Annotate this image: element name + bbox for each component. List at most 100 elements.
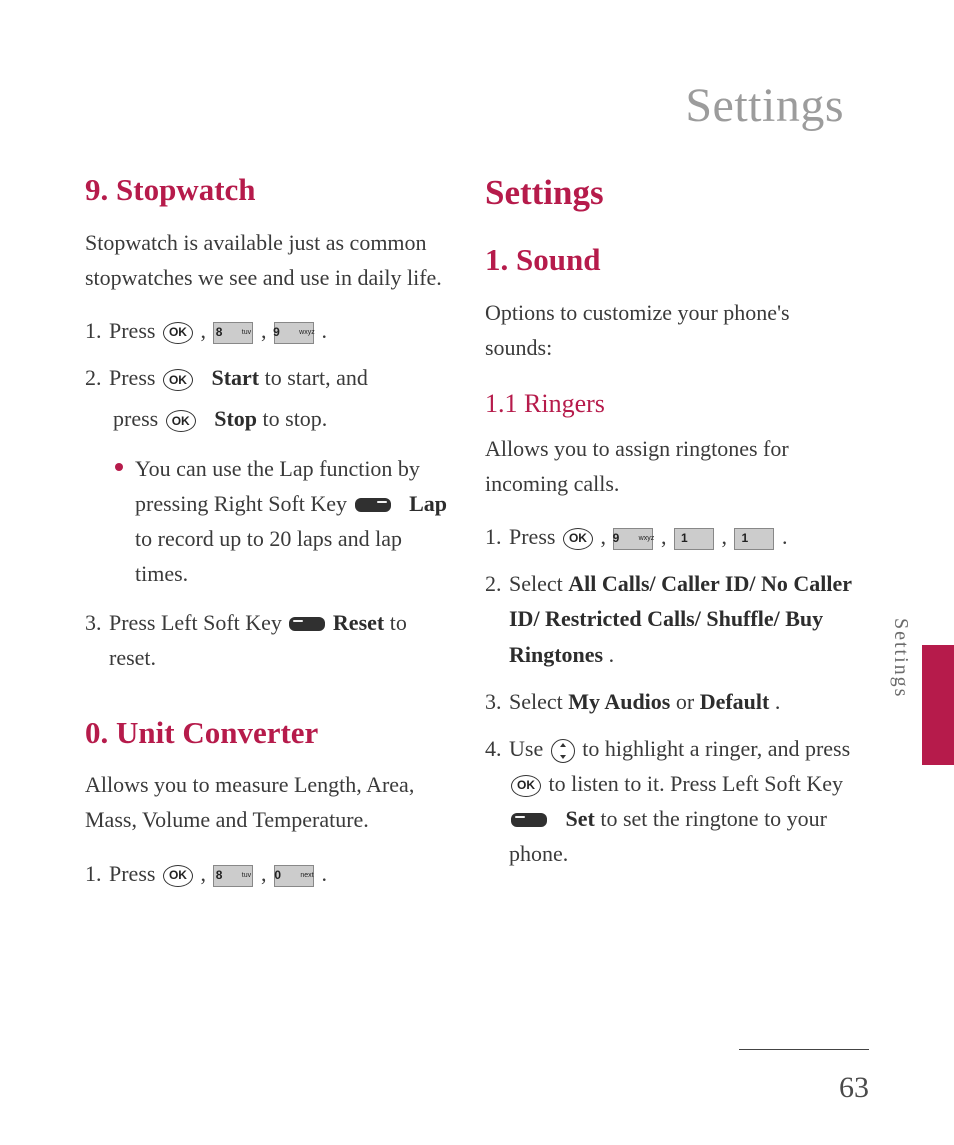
- text: press: [113, 406, 164, 431]
- text: ,: [261, 318, 272, 343]
- content-columns: 9. Stopwatch Stopwatch is available just…: [85, 165, 855, 903]
- digit: 9: [613, 529, 637, 548]
- text: ,: [200, 318, 211, 343]
- text: or: [676, 689, 700, 714]
- stopwatch-bullet: You can use the Lap function by pressing…: [85, 451, 455, 592]
- step-number: 4.: [485, 731, 509, 766]
- default-label: Default: [700, 689, 770, 714]
- digit: 9: [273, 323, 297, 342]
- ok-key-icon: OK: [163, 865, 193, 887]
- text: Press: [109, 365, 161, 390]
- ringers-step-1: 1. Press OK , 9 wxyz , 1 ,: [485, 519, 855, 554]
- set-label: Set: [566, 806, 595, 831]
- step-body: Select All Calls/ Caller ID/ No Caller I…: [509, 566, 855, 672]
- bullet-icon: [115, 463, 123, 471]
- heading-sound: 1. Sound: [485, 235, 855, 285]
- page-title: Settings: [685, 78, 844, 133]
- unit-step-1: 1. Press OK , 8 tuv , 0 next .: [85, 856, 455, 891]
- text: .: [321, 861, 327, 886]
- key-8-icon: 8 tuv: [213, 865, 253, 887]
- left-soft-key-icon: [289, 617, 325, 631]
- key-0-icon: 0 next: [274, 865, 314, 887]
- key-8-icon: 8 tuv: [213, 322, 253, 344]
- stopwatch-step-2: 2. Press OK Start to start, and: [85, 360, 455, 395]
- text: ,: [661, 524, 672, 549]
- digit-sub: next: [300, 870, 313, 881]
- ok-key-icon: OK: [163, 322, 193, 344]
- step-number: 2.: [485, 566, 509, 601]
- step-number: 1.: [485, 519, 509, 554]
- stopwatch-step-2b: press OK Stop to stop.: [85, 401, 455, 436]
- right-column: Settings 1. Sound Options to customize y…: [485, 165, 855, 903]
- start-label: Start: [211, 365, 259, 390]
- text: to record up to 20 laps and lap times.: [135, 526, 402, 586]
- text: .: [782, 524, 788, 549]
- text: ,: [200, 861, 211, 886]
- side-tab: [922, 645, 954, 765]
- page-number: 63: [839, 1071, 869, 1105]
- text: to highlight a ringer, and press: [582, 736, 850, 761]
- digit: 0: [274, 866, 298, 885]
- lap-label: Lap: [409, 491, 447, 516]
- ok-key-icon: OK: [163, 369, 193, 391]
- step-body: Press Left Soft Key Reset to reset.: [109, 605, 455, 675]
- heading-stopwatch: 9. Stopwatch: [85, 165, 455, 215]
- digit: 8: [216, 866, 240, 885]
- step-body: Press OK , 8 tuv , 9 wxyz .: [109, 313, 455, 348]
- stop-label: Stop: [214, 406, 257, 431]
- stopwatch-step-3: 3. Press Left Soft Key Reset to reset.: [85, 605, 455, 675]
- text: .: [775, 689, 781, 714]
- manual-page: Settings 9. Stopwatch Stopwatch is avail…: [0, 0, 954, 1145]
- step-body: Press OK Start to start, and: [109, 360, 455, 395]
- sound-intro: Options to customize your phone's sounds…: [485, 295, 855, 365]
- side-tab-label: Settings: [889, 618, 912, 698]
- step-number: 3.: [85, 605, 109, 640]
- text: Press: [109, 318, 161, 343]
- step-number: 1.: [85, 856, 109, 891]
- text: Press: [509, 524, 561, 549]
- heading-ringers: 1.1 Ringers: [485, 383, 855, 425]
- left-column: 9. Stopwatch Stopwatch is available just…: [85, 165, 455, 903]
- bullet-body: You can use the Lap function by pressing…: [135, 451, 455, 592]
- ringers-step-4: 4. Use to highlight a ringer, and press …: [485, 731, 855, 872]
- text: .: [321, 318, 327, 343]
- step-body: Use to highlight a ringer, and press OK …: [509, 731, 855, 872]
- text: .: [609, 642, 615, 667]
- text: Press Left Soft Key: [109, 610, 287, 635]
- step-number: 1.: [85, 313, 109, 348]
- ringers-intro: Allows you to assign ringtones for incom…: [485, 431, 855, 501]
- stopwatch-step-1: 1. Press OK , 8 tuv , 9 wxyz .: [85, 313, 455, 348]
- nav-key-icon: [551, 739, 575, 763]
- right-soft-key-icon: [355, 498, 391, 512]
- text: Select: [509, 689, 568, 714]
- text: to listen to it. Press Left Soft Key: [549, 771, 844, 796]
- text: Press: [109, 861, 161, 886]
- ok-key-icon: OK: [511, 775, 541, 797]
- footer-rule: [739, 1049, 869, 1050]
- text: to stop.: [263, 406, 328, 431]
- text: Use: [509, 736, 549, 761]
- ok-key-icon: OK: [166, 410, 196, 432]
- key-1-icon: 1: [734, 528, 774, 550]
- key-1-icon: 1: [674, 528, 714, 550]
- step-body: Select My Audios or Default .: [509, 684, 855, 719]
- heading-settings: Settings: [485, 165, 855, 221]
- heading-unit-converter: 0. Unit Converter: [85, 708, 455, 758]
- text: Select: [509, 571, 568, 596]
- text: to start, and: [265, 365, 368, 390]
- step-body: Press OK , 9 wxyz , 1 , 1: [509, 519, 855, 554]
- text: ,: [600, 524, 611, 549]
- digit-sub: tuv: [242, 327, 251, 338]
- text: ,: [721, 524, 732, 549]
- key-9-icon: 9 wxyz: [613, 528, 653, 550]
- reset-label: Reset: [333, 610, 384, 635]
- ringers-step-3: 3. Select My Audios or Default .: [485, 684, 855, 719]
- digit: 8: [216, 323, 240, 342]
- stopwatch-intro: Stopwatch is available just as common st…: [85, 225, 455, 295]
- ok-key-icon: OK: [563, 528, 593, 550]
- left-soft-key-icon: [511, 813, 547, 827]
- digit: 1: [681, 529, 705, 548]
- digit-sub: wxyz: [299, 327, 315, 338]
- text: ,: [261, 861, 272, 886]
- ringers-step-2: 2. Select All Calls/ Caller ID/ No Calle…: [485, 566, 855, 672]
